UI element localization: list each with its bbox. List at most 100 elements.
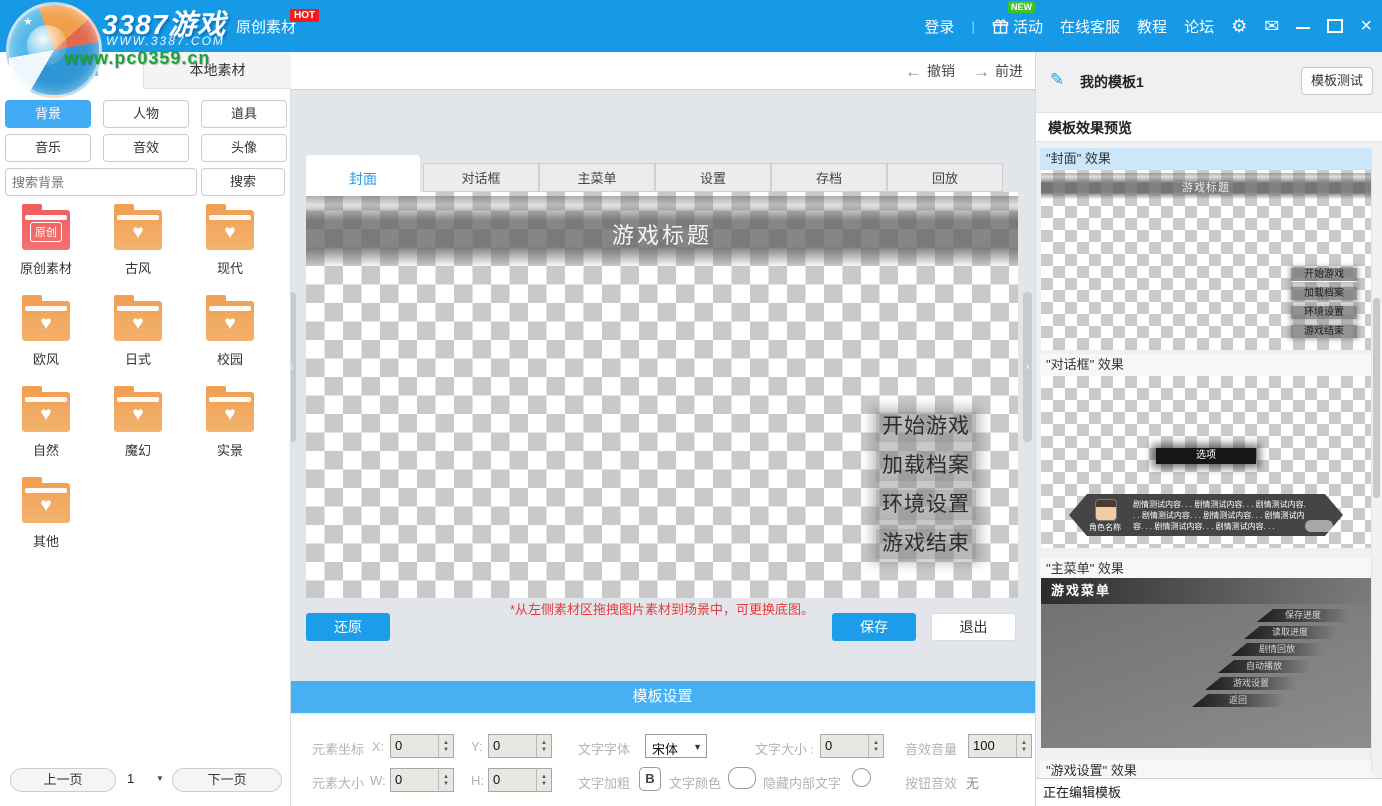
game-title-banner[interactable]: 游戏标题 <box>306 196 1018 266</box>
canvas-button-start-game[interactable]: 开始游戏 <box>876 412 976 442</box>
close-button[interactable]: × <box>1360 16 1372 36</box>
canvas-button-game-end[interactable]: 游戏结束 <box>876 529 976 559</box>
page-caret-down-icon[interactable]: ▼ <box>156 774 164 783</box>
search-input[interactable] <box>5 168 197 196</box>
customer-service-link[interactable]: 在线客服 <box>1060 16 1120 37</box>
new-badge: NEW <box>1008 1 1035 13</box>
material-sidebar: 素材商店 本地素材 背景 人物 道具 音乐 音效 头像 搜索 原创 原创素材 ♥… <box>0 52 291 806</box>
font-label: 文字字体 <box>578 739 630 758</box>
preview-heading: 模板效果预览 <box>1036 112 1382 142</box>
forum-link[interactable]: 论坛 <box>1184 16 1214 37</box>
font-family-select[interactable]: 宋体 ▼ <box>645 734 707 758</box>
template-test-button[interactable]: 模板测试 <box>1301 67 1373 95</box>
restore-button[interactable]: 还原 <box>306 613 390 641</box>
template-name: 我的模板1 <box>1080 72 1144 92</box>
preview-scrollbar[interactable] <box>1371 148 1381 774</box>
maximize-icon <box>1327 19 1343 33</box>
width-stepper[interactable]: 0 ▲▼ <box>390 768 454 792</box>
height-stepper[interactable]: 0 ▲▼ <box>488 768 552 792</box>
folder-campus[interactable]: ♥ 校园 <box>184 293 276 368</box>
folder-fantasy[interactable]: ♥ 魔幻 <box>92 384 184 459</box>
dialog-text: 剧情测试内容. . . 剧情测试内容. . . 剧情测试内容. . . 剧情测试… <box>1133 499 1309 532</box>
stepper-arrows[interactable]: ▲▼ <box>438 769 453 791</box>
folder-realscene[interactable]: ♥ 实景 <box>184 384 276 459</box>
hide-text-checkbox[interactable] <box>852 768 871 787</box>
hide-text-label: 隐藏内部文字 <box>763 773 841 792</box>
login-link[interactable]: 登录 <box>924 16 954 37</box>
x-coordinate-stepper[interactable]: 0 ▲▼ <box>390 734 454 758</box>
folder-icon: ♥ <box>22 483 70 523</box>
prev-page-button[interactable]: 上一页 <box>10 768 116 792</box>
settings-gear-icon[interactable]: ⚙ <box>1231 17 1247 35</box>
mm-item-settings: 游戏设置 <box>1205 677 1297 690</box>
scene-canvas[interactable]: 游戏标题 开始游戏 加载档案 环境设置 游戏结束 <box>306 192 1018 598</box>
minimize-button[interactable] <box>1296 23 1310 29</box>
scene-tab-settings[interactable]: 设置 <box>655 163 771 192</box>
folder-icon: 原创 <box>22 210 70 250</box>
canvas-button-load-save[interactable]: 加载档案 <box>876 451 976 481</box>
nav-original-material[interactable]: 原创素材 <box>236 16 296 37</box>
search-button[interactable]: 搜索 <box>201 168 285 196</box>
page-number[interactable]: 1 <box>127 771 134 786</box>
folder-japanese[interactable]: ♥ 日式 <box>92 293 184 368</box>
sound-volume-stepper[interactable]: 100 ▲▼ <box>968 734 1032 758</box>
scene-tab-cover[interactable]: 封面 <box>306 155 420 196</box>
scrollbar-thumb[interactable] <box>1373 298 1380 498</box>
folder-original[interactable]: 原创 原创素材 <box>0 202 92 277</box>
canvas-button-env-settings[interactable]: 环境设置 <box>876 490 976 520</box>
category-sound[interactable]: 音效 <box>103 134 189 162</box>
scene-tab-save[interactable]: 存档 <box>771 163 887 192</box>
scene-tab-dialog[interactable]: 对话框 <box>423 163 539 192</box>
folder-ancient[interactable]: ♥ 古风 <box>92 202 184 277</box>
stepper-arrows[interactable]: ▲▼ <box>438 735 453 757</box>
scene-tab-mainmenu[interactable]: 主菜单 <box>539 163 655 192</box>
preview-dialog: 选项 角色名称 剧情测试内容. . . 剧情测试内容. . . 剧情测试内容. … <box>1041 376 1371 548</box>
scene-tab-replay[interactable]: 回放 <box>887 163 1003 192</box>
stepper-arrows[interactable]: ▲▼ <box>868 735 883 757</box>
folder-icon: ♥ <box>22 392 70 432</box>
bold-label: 文字加粗 <box>578 773 630 792</box>
folder-modern[interactable]: ♥ 现代 <box>184 202 276 277</box>
folder-european[interactable]: ♥ 欧风 <box>0 293 92 368</box>
stepper-arrows[interactable]: ▲▼ <box>536 735 551 757</box>
category-background[interactable]: 背景 <box>5 100 91 128</box>
y-coordinate-stepper[interactable]: 0 ▲▼ <box>488 734 552 758</box>
save-button[interactable]: 保存 <box>832 613 916 641</box>
category-music[interactable]: 音乐 <box>5 134 91 162</box>
font-size-stepper[interactable]: 0 ▲▼ <box>820 734 884 758</box>
editing-status-bar: 正在编辑模板 <box>1036 778 1382 806</box>
bold-toggle-button[interactable]: B <box>639 767 661 791</box>
folder-icon: ♥ <box>114 210 162 250</box>
category-avatar[interactable]: 头像 <box>201 134 287 162</box>
folder-nature[interactable]: ♥ 自然 <box>0 384 92 459</box>
stepper-arrows[interactable]: ▲▼ <box>536 769 551 791</box>
app-logo-subtitle: WWW.3387.COM <box>106 34 225 48</box>
template-settings-form: 元素坐标 X: 0 ▲▼ Y: 0 ▲▼ 文字字体 宋体 ▼ 文字大小 : 0 … <box>290 713 1035 806</box>
edit-name-pencil-icon[interactable]: ✎ <box>1050 70 1064 90</box>
preview-menu-start: 开始游戏 <box>1291 268 1357 282</box>
maximize-button[interactable] <box>1327 19 1343 33</box>
preview-label-cover: "封面" 效果 <box>1040 148 1374 170</box>
mail-icon[interactable]: ✉ <box>1264 17 1279 35</box>
text-color-picker[interactable] <box>728 767 756 789</box>
mm-item-save: 保存进度 <box>1257 609 1349 622</box>
exit-button[interactable]: 退出 <box>931 613 1016 641</box>
header-divider: | <box>971 18 975 34</box>
redo-button[interactable]: → 前进 <box>973 61 1023 81</box>
category-prop[interactable]: 道具 <box>201 100 287 128</box>
minimize-icon <box>1296 27 1310 29</box>
next-page-button[interactable]: 下一页 <box>172 768 282 792</box>
category-character[interactable]: 人物 <box>103 100 189 128</box>
stepper-arrows[interactable]: ▲▼ <box>1016 735 1031 757</box>
folder-other[interactable]: ♥ 其他 <box>0 475 92 550</box>
template-settings-header: 模板设置 <box>290 681 1035 713</box>
button-sound-value[interactable]: 无 <box>966 773 979 792</box>
heart-icon: ♥ <box>114 404 162 426</box>
redo-arrow-icon: → <box>973 63 990 80</box>
preview-menu-env: 环境设置 <box>1291 306 1357 319</box>
tutorial-link[interactable]: 教程 <box>1137 16 1167 37</box>
collapse-right-handle[interactable]: › <box>1023 292 1032 442</box>
activity-link[interactable]: NEW 活动 <box>992 16 1043 37</box>
heart-icon: ♥ <box>22 313 70 335</box>
undo-button[interactable]: ← 撤销 <box>905 61 955 81</box>
